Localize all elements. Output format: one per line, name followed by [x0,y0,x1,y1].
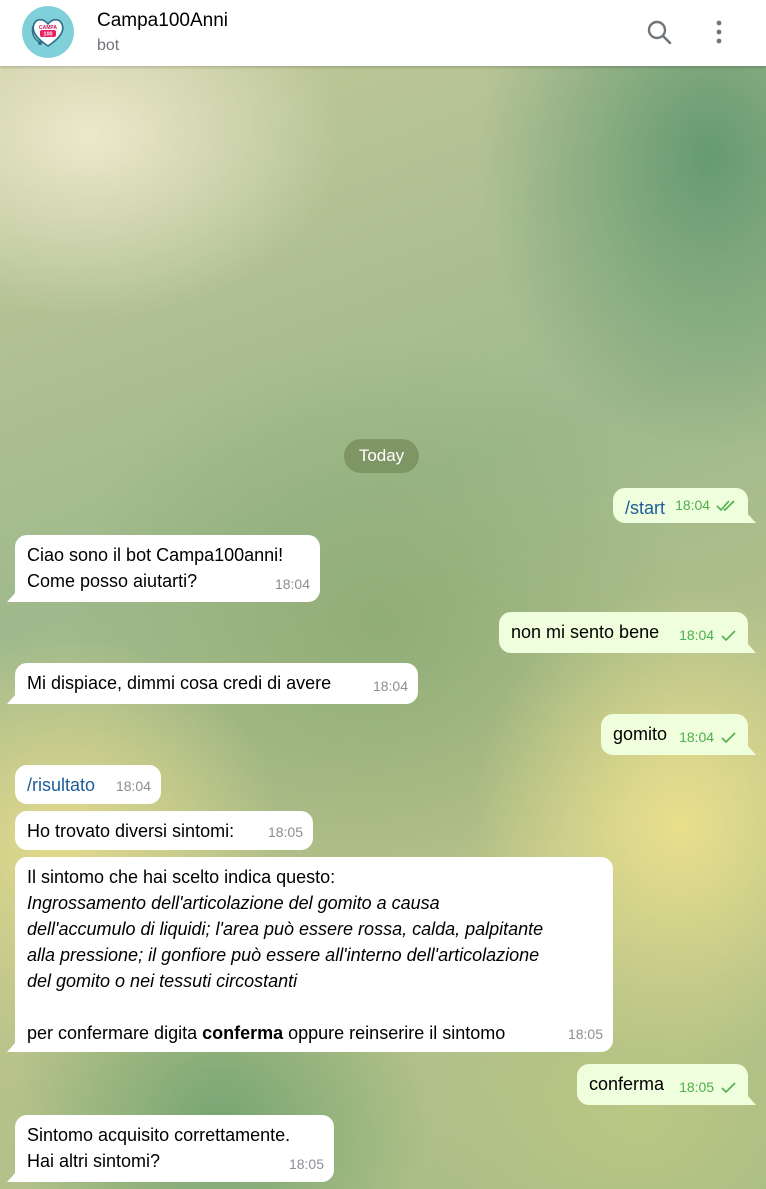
check-icon [721,1082,736,1094]
chat-title[interactable]: Campa100Anni [97,10,228,32]
symptom-description-line: del gomito o nei tessuti circostanti [27,971,298,991]
message-outgoing[interactable]: gomito 18:04 [601,714,756,755]
symptom-description-line: Ingrossamento dell'articolazione del gom… [27,893,440,913]
message-time: 18:05 [267,824,303,840]
message-time: 18:04 [274,576,310,592]
svg-text:100: 100 [43,32,52,38]
message-outgoing[interactable]: non mi sento bene 18:04 [499,612,756,653]
message-text: Come posso aiutarti? [27,571,198,591]
command-link[interactable]: /risultato [27,775,95,795]
message-time: 18:04 [679,622,738,648]
date-separator: Today [344,439,419,473]
message-time: 18:05 [679,1074,738,1100]
message-time: 18:04 [679,724,738,750]
message-text: Mi dispiace, dimmi cosa credi di avere [27,673,332,693]
message-outgoing[interactable]: conferma 18:05 [577,1064,756,1105]
bot-avatar[interactable]: CAMPA 100 [22,6,74,58]
message-time: 18:04 [372,678,408,694]
message-incoming[interactable]: Il sintomo che hai scelto indica questo:… [7,857,613,1052]
chat-subtitle: bot [97,37,120,54]
check-icon [721,732,736,744]
message-incoming[interactable]: Sintomo acquisito correttamente. Hai alt… [7,1115,334,1182]
message-text: Sintomo acquisito correttamente. [27,1125,291,1145]
confirm-keyword: conferma [202,1023,284,1043]
command-link[interactable]: /start [625,498,665,518]
chat-history[interactable]: Today /start 18:04 Ciao sono il bot Camp… [0,66,766,1189]
message-incoming[interactable]: /risultato 18:04 [15,765,161,804]
message-text: Il sintomo che hai scelto indica questo: [27,867,336,887]
check-icon [721,630,736,642]
message-time: 18:04 [115,778,151,794]
confirm-instruction: per confermare digita conferma oppure re… [27,1023,506,1043]
symptom-description-line: alla pressione; il gonfiore può essere a… [27,945,540,965]
message-incoming[interactable]: Ho trovato diversi sintomi: 18:05 [15,811,313,850]
search-button[interactable] [642,14,676,50]
message-text: gomito [613,724,668,744]
message-text: Ciao sono il bot Campa100anni! [27,545,284,565]
message-incoming[interactable]: Ciao sono il bot Campa100anni! Come poss… [7,535,320,602]
double-check-icon [716,500,735,512]
heart-stethoscope-logo: CAMPA 100 [31,18,64,47]
message-incoming[interactable]: Mi dispiace, dimmi cosa credi di avere 1… [7,663,418,704]
message-text: conferma [589,1074,665,1094]
message-text: Ho trovato diversi sintomi: [27,821,235,841]
message-time: 18:05 [567,1026,603,1042]
message-time: 18:05 [288,1156,324,1172]
more-vertical-icon [716,20,722,44]
more-options-button[interactable] [702,14,736,50]
chat-header: CAMPA 100 Campa100Anni bot [0,0,766,66]
message-time: 18:04 [675,492,738,518]
message-outgoing[interactable]: /start 18:04 [613,488,756,523]
symptom-description-line: dell'accumulo di liquidi; l'area può ess… [27,919,544,939]
search-icon [647,20,672,45]
message-text: Hai altri sintomi? [27,1151,161,1171]
message-text: non mi sento bene [511,622,660,642]
